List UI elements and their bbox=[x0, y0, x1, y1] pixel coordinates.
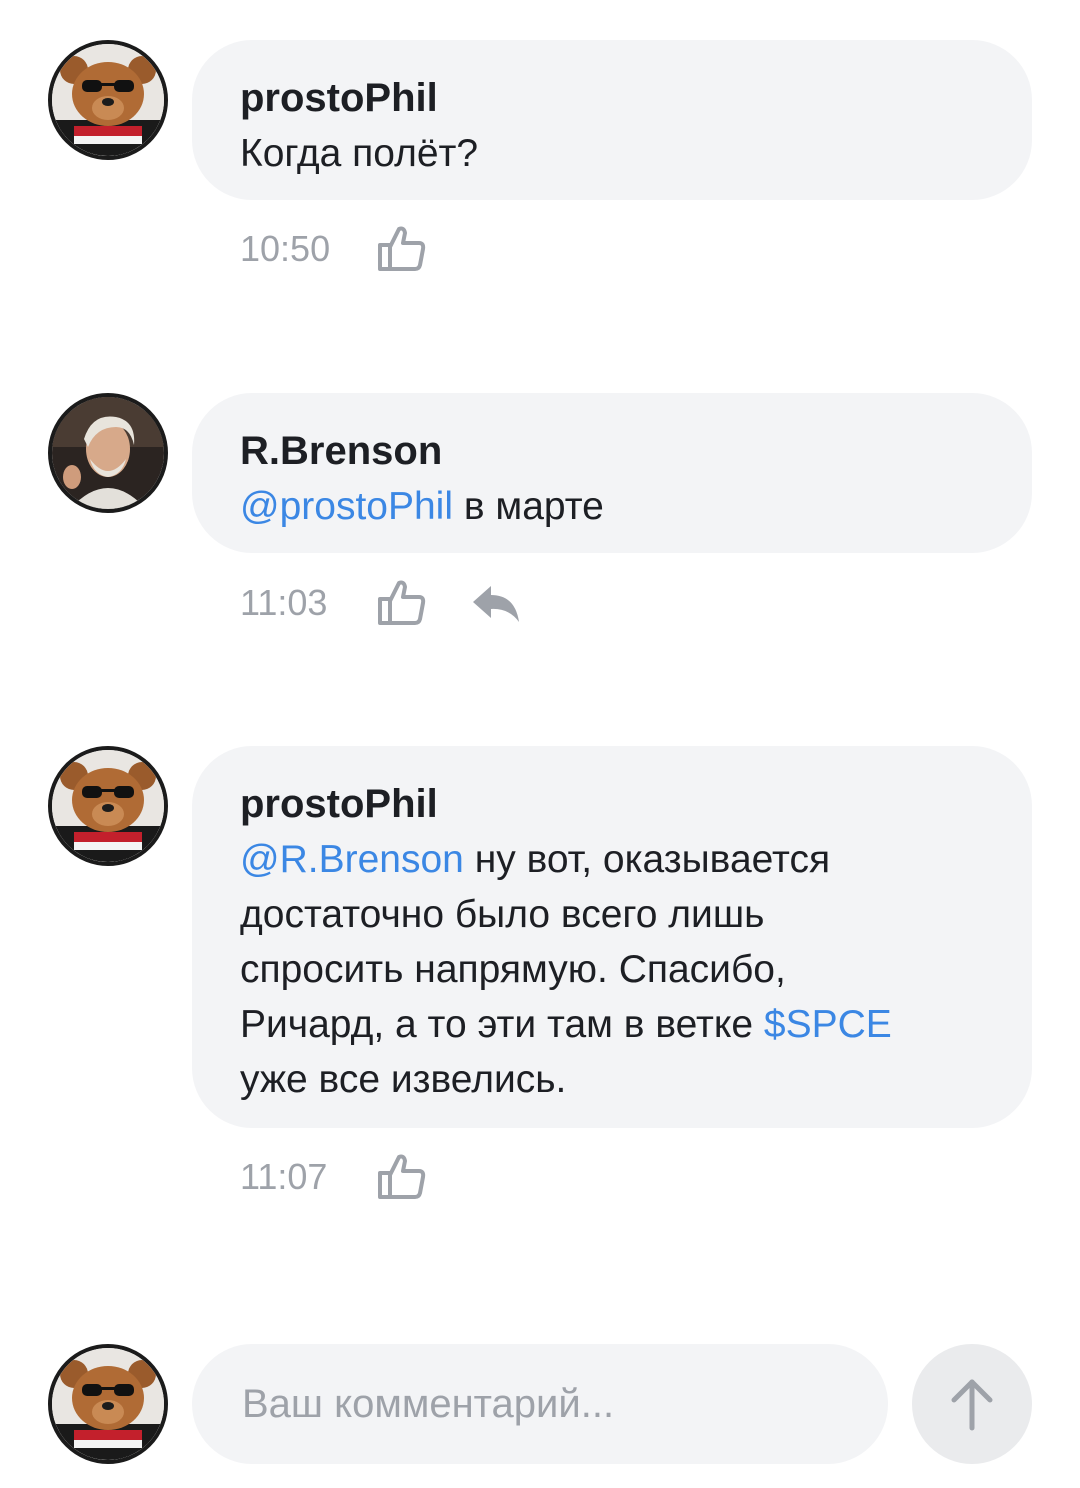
like-icon[interactable] bbox=[376, 1151, 428, 1203]
comment-text: @R.Brenson ну вот, оказывается достаточн… bbox=[240, 832, 984, 1107]
comment-text: Когда полёт? bbox=[240, 126, 984, 181]
mention-link[interactable]: @R.Brenson bbox=[240, 838, 464, 881]
comment-bubble: R.Brenson @prostoPhil в марте bbox=[192, 393, 1032, 553]
reply-icon[interactable] bbox=[470, 577, 522, 629]
comment-input-wrapper bbox=[192, 1344, 888, 1464]
comment-meta: 10:50 bbox=[240, 219, 428, 279]
comment-author[interactable]: prostoPhil bbox=[240, 70, 984, 126]
bear-avatar-icon[interactable] bbox=[48, 746, 168, 866]
comment-text-body: Когда полёт? bbox=[240, 132, 479, 175]
person-avatar-icon[interactable] bbox=[48, 393, 168, 513]
like-icon[interactable] bbox=[376, 223, 428, 275]
comment-time: 11:07 bbox=[240, 1156, 328, 1197]
arrow-up-icon bbox=[951, 1379, 993, 1431]
comment-input[interactable] bbox=[240, 1380, 840, 1428]
ticker-link[interactable]: $SPCE bbox=[764, 1003, 892, 1046]
bear-avatar-icon[interactable] bbox=[48, 40, 168, 160]
comment-meta: 11:03 bbox=[240, 573, 522, 633]
comments-page: prostoPhil Когда полёт? 10:50 R.Brenson … bbox=[0, 0, 1080, 1488]
comment-bubble: prostoPhil @R.Brenson ну вот, оказываетс… bbox=[192, 746, 1032, 1128]
send-button[interactable] bbox=[912, 1344, 1032, 1464]
comment-meta: 11:07 bbox=[240, 1147, 428, 1207]
comment-text: @prostoPhil в марте bbox=[240, 479, 984, 534]
comment-text-body: в марте bbox=[453, 485, 604, 528]
comment-text-tail: уже все извелись. bbox=[240, 1058, 567, 1101]
comment-time: 11:03 bbox=[240, 582, 328, 623]
comment-author[interactable]: R.Brenson bbox=[240, 423, 984, 479]
mention-link[interactable]: @prostoPhil bbox=[240, 485, 453, 528]
comment-author[interactable]: prostoPhil bbox=[240, 776, 984, 832]
comment-time: 10:50 bbox=[240, 228, 331, 269]
like-icon[interactable] bbox=[376, 577, 428, 629]
comment-bubble: prostoPhil Когда полёт? bbox=[192, 40, 1032, 200]
bear-avatar-icon bbox=[48, 1344, 168, 1464]
